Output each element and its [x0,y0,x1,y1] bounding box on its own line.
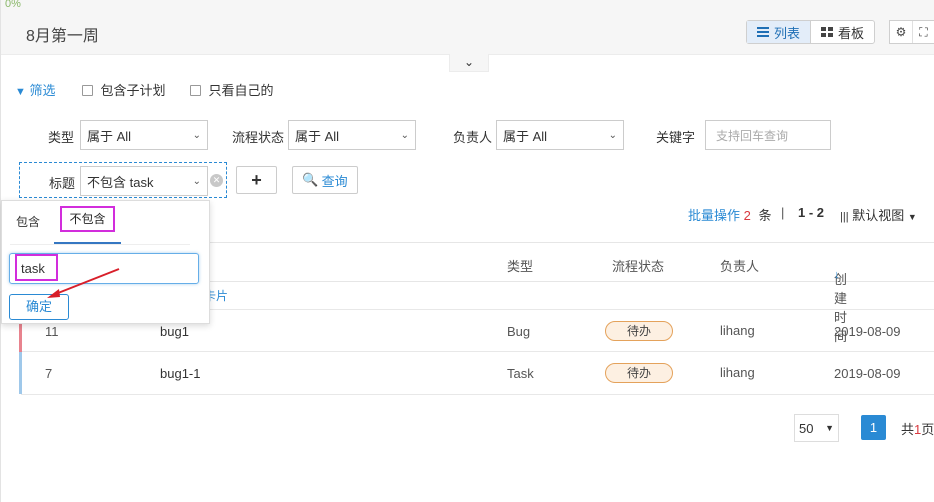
only-mine-checkbox[interactable]: 只看自己的 [189,80,274,99]
progress-text: 0% [5,0,21,10]
query-button-label: 查询 [321,173,348,189]
row-id: 7 [45,366,53,381]
sort-down-icon: ↓ [834,269,840,281]
row-owner: lihang [720,323,755,338]
title-filter-select[interactable]: 不包含 task ⌄ [80,166,208,196]
owner-filter-label: 负责人 [453,130,493,145]
title-filter-label: 标题 [49,176,76,191]
page: 8月第一周 列表 看板 ⚙ ⛶ 0% ⌄ ▼ 筛选 包含子计划 只看自己的 类型… [0,0,934,502]
tab-include[interactable]: 包含 [16,213,40,230]
view-list-button[interactable]: 列表 [747,21,812,43]
type-filter-label: 类型 [48,130,75,145]
status-filter-select[interactable]: 属于 All ⌄ [288,120,416,150]
checkbox-box[interactable] [81,85,93,96]
tab-divider [10,244,190,245]
view-switcher: 列表 看板 [746,20,876,44]
filter-options-row: ▼ 筛选 包含子计划 只看自己的 [15,80,298,99]
include-subplan-label: 包含子计划 [100,83,166,98]
row-type: Task [507,366,534,381]
row-type: Bug [507,324,531,339]
page-range: 1 - 2 [798,205,825,220]
row-created: 2019-08-09 [834,324,901,339]
checkbox-box[interactable] [189,85,201,96]
search-icon: 🔍 [302,172,319,187]
query-button[interactable]: 🔍 查询 [292,166,358,194]
keyword-input[interactable]: 支持回车查询 [705,120,831,150]
list-icon [757,27,769,37]
chevron-down-icon: ⌄ [400,129,409,141]
gear-icon[interactable]: ⚙ [890,21,912,43]
column-header-status[interactable]: 流程状态 [612,256,664,275]
only-mine-label: 只看自己的 [208,83,274,98]
page-size-value: 50 [799,421,814,436]
column-header-type[interactable]: 类型 [507,256,533,275]
table-row[interactable]: 7 bug1-1 Task 待办 lihang 2019-08-09 [19,352,934,395]
include-subplan-checkbox[interactable]: 包含子计划 [81,80,166,99]
tab-exclude[interactable]: 不包含 [60,206,115,232]
type-filter-value: 属于 All [87,128,132,144]
page-title: 8月第一周 [26,28,99,45]
funnel-icon: ▼ [15,86,26,98]
filter-link-label: 筛选 [29,83,56,98]
column-header-owner[interactable]: 负责人 [720,256,759,275]
status-badge[interactable]: 待办 [605,321,673,341]
page-button-current[interactable]: 1 [861,415,886,440]
fullscreen-icon[interactable]: ⛶ [912,21,934,43]
collapse-toggle-button[interactable]: ⌄ [449,54,489,72]
keyword-placeholder: 支持回车查询 [716,128,789,143]
chevron-down-icon: ⌄ [463,55,475,69]
view-list-label: 列表 [774,25,801,41]
batch-unit: 条 [758,208,772,223]
toolbar-divider: | [781,205,785,220]
row-owner: lihang [720,365,755,380]
chevron-down-icon: ⌄ [608,129,617,141]
owner-filter-value: 属于 All [503,128,548,144]
chevron-down-icon: ⌄ [192,129,201,141]
row-id: 11 [45,324,59,339]
page-total: 共1页 [901,419,934,438]
row-color-bar [19,352,22,394]
status-badge[interactable]: 待办 [605,363,673,383]
page-size-select[interactable]: 50 ▼ [794,414,839,442]
row-title[interactable]: bug1-1 [160,366,200,381]
type-filter-select[interactable]: 属于 All ⌄ [80,120,208,150]
page-total-prefix: 共 [901,422,915,437]
keyword-filter-label: 关键字 [656,130,696,145]
add-filter-button[interactable]: + [236,166,277,194]
view-board-button[interactable]: 看板 [811,21,874,43]
row-title[interactable]: bug1 [160,324,189,339]
batch-operation-link[interactable]: 批量操作 2 条 [688,205,772,224]
caret-down-icon: ▼ [907,212,917,222]
page-total-suffix: 页 [921,422,934,437]
chevron-down-icon: ⌄ [192,175,201,187]
title-filter-value: 不包含 task [87,174,154,190]
header-tools: ⚙ ⛶ [889,20,934,44]
owner-filter-select[interactable]: 属于 All ⌄ [496,120,624,150]
status-filter-label: 流程状态 [232,130,285,145]
row-created: 2019-08-09 [834,366,901,381]
view-select-dropdown[interactable]: ||| 默认视图 ▼ [840,205,917,224]
view-board-label: 看板 [838,25,865,41]
annotation-arrow-icon [47,268,120,298]
board-icon [821,27,834,37]
batch-count: 2 [743,208,751,223]
columns-icon: ||| [840,211,849,223]
batch-label: 批量操作 [688,208,741,223]
filter-toggle-link[interactable]: ▼ 筛选 [15,80,56,99]
clear-filter-icon[interactable]: ✕ [210,174,223,187]
status-filter-value: 属于 All [295,128,340,144]
view-select-label: 默认视图 [852,208,905,223]
caret-down-icon: ▼ [825,423,834,433]
header-bar: 8月第一周 列表 看板 ⚙ ⛶ [1,0,934,55]
